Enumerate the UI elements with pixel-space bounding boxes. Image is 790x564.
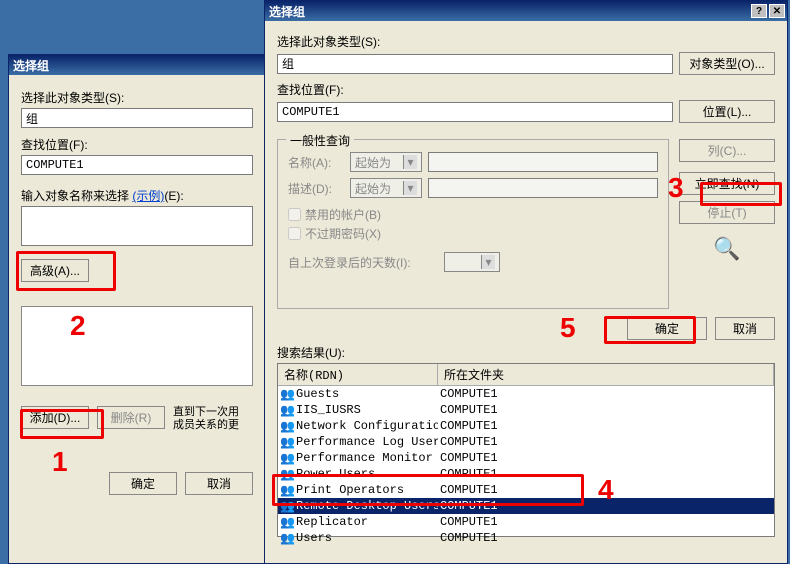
- name-input[interactable]: [21, 206, 253, 246]
- table-row[interactable]: 👥Performance Monitor UsersCOMPUTE1: [278, 450, 774, 466]
- common-query-title: 一般性查询: [286, 132, 354, 149]
- group-icon: 👥: [280, 419, 294, 434]
- mid-list: [21, 306, 253, 386]
- titlebar-adv: 选择组 ? ✕: [265, 1, 787, 21]
- table-row[interactable]: 👥Performance Log UsersCOMPUTE1: [278, 434, 774, 450]
- desc-combo: 起始为▾: [350, 178, 422, 198]
- days-since-combo: ▾: [444, 252, 500, 272]
- group-icon: 👥: [280, 435, 294, 450]
- find-loc-label-adv: 查找位置(F):: [277, 81, 775, 98]
- table-row[interactable]: 👥UsersCOMPUTE1: [278, 530, 774, 546]
- disabled-acct-check: 禁用的帐户(B): [288, 206, 658, 223]
- group-icon: 👥: [280, 531, 294, 546]
- cancel-button-adv[interactable]: 取消: [715, 317, 775, 340]
- table-row[interactable]: 👥Network Configuration O...COMPUTE1: [278, 418, 774, 434]
- select-group-basic-window: 选择组 选择此对象类型(S): 查找位置(F): 输入对象名称来选择 (示例)(…: [8, 54, 266, 564]
- title-basic: 选择组: [13, 57, 49, 74]
- enter-name-label: 输入对象名称来选择 (示例)(E):: [21, 187, 253, 204]
- search-icon: 🔍: [679, 236, 775, 262]
- find-loc-label: 查找位置(F):: [21, 136, 253, 153]
- obj-type-value[interactable]: [21, 108, 253, 128]
- find-loc-value[interactable]: [21, 155, 253, 175]
- anno-box-advanced: [16, 251, 116, 291]
- title-adv: 选择组: [269, 3, 305, 20]
- group-icon: 👥: [280, 387, 294, 402]
- col-folder[interactable]: 所在文件夹: [438, 364, 774, 385]
- anno-box-ok: [604, 316, 696, 344]
- example-link[interactable]: (示例): [132, 189, 164, 203]
- noexpire-pwd-check: 不过期密码(X): [288, 225, 658, 242]
- cancel-button-basic[interactable]: 取消: [185, 472, 253, 495]
- anno-box-row: [272, 474, 584, 506]
- name-label: 名称(A):: [288, 154, 344, 171]
- table-row[interactable]: 👥ReplicatorCOMPUTE1: [278, 514, 774, 530]
- ok-button-basic[interactable]: 确定: [109, 472, 177, 495]
- col-name[interactable]: 名称(RDN): [278, 364, 438, 385]
- titlebar-basic: 选择组: [9, 55, 265, 75]
- obj-type-label: 选择此对象类型(S):: [21, 89, 253, 106]
- search-results-label: 搜索结果(U):: [277, 344, 775, 361]
- anno-box-add: [20, 409, 104, 439]
- desc-label: 描述(D):: [288, 180, 344, 197]
- table-row[interactable]: 👥IIS_IUSRSCOMPUTE1: [278, 402, 774, 418]
- anno-box-findnow: [700, 182, 782, 206]
- name-combo: 起始为▾: [350, 152, 422, 172]
- table-row[interactable]: 👥GuestsCOMPUTE1: [278, 386, 774, 402]
- obj-type-value-adv[interactable]: [277, 54, 673, 74]
- name-filter: [428, 152, 658, 172]
- columns-button: 列(C)...: [679, 139, 775, 162]
- hint-text: 直到下一次用成员关系的更: [173, 406, 239, 432]
- anno-1: 1: [52, 446, 68, 478]
- close-icon[interactable]: ✕: [769, 4, 785, 18]
- find-loc-value-adv[interactable]: [277, 102, 673, 122]
- days-since-label: 自上次登录后的天数(I):: [288, 254, 438, 271]
- anno-4: 4: [598, 474, 614, 506]
- locations-button[interactable]: 位置(L)...: [679, 100, 775, 123]
- group-icon: 👥: [280, 451, 294, 466]
- anno-5: 5: [560, 312, 576, 344]
- results-list[interactable]: 名称(RDN) 所在文件夹 👥GuestsCOMPUTE1👥IIS_IUSRSC…: [277, 363, 775, 537]
- anno-3: 3: [668, 172, 684, 204]
- object-types-button[interactable]: 对象类型(O)...: [679, 52, 775, 75]
- group-icon: 👥: [280, 403, 294, 418]
- group-icon: 👥: [280, 515, 294, 530]
- obj-type-label-adv: 选择此对象类型(S):: [277, 33, 775, 50]
- desc-filter: [428, 178, 658, 198]
- help-icon[interactable]: ?: [751, 4, 767, 18]
- remove-button: 删除(R): [97, 406, 165, 429]
- anno-2: 2: [70, 310, 86, 342]
